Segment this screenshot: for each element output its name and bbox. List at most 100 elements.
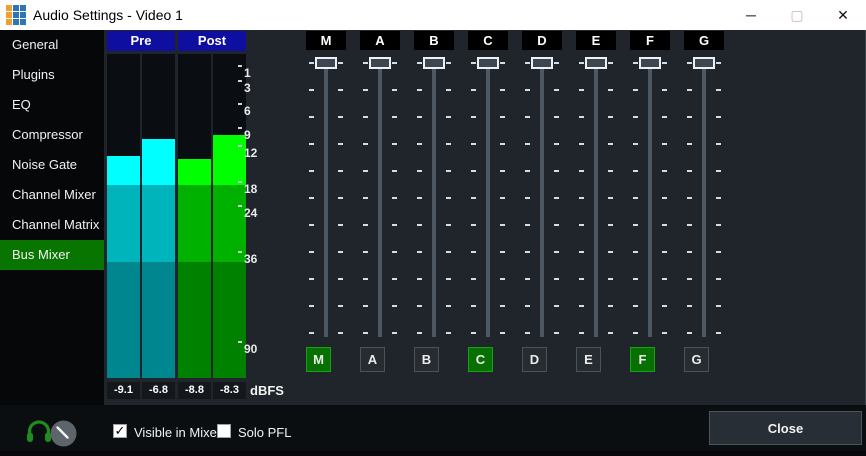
bus-button-a[interactable]: A	[360, 347, 385, 372]
bus-header-d: D	[522, 31, 562, 50]
fader-tick	[392, 170, 397, 172]
fader-tick	[633, 251, 638, 253]
fader-tick	[633, 197, 638, 199]
sidebar-item-bus-mixer[interactable]: Bus Mixer	[0, 240, 104, 270]
fader-track-f[interactable]	[648, 64, 652, 337]
checkbox-label-solo-pfl[interactable]: Solo PFL	[238, 425, 291, 440]
fader-handle-d[interactable]	[531, 57, 553, 69]
sidebar-item-compressor[interactable]: Compressor	[0, 120, 104, 150]
fader-tick	[338, 143, 343, 145]
sidebar-item-channel-mixer[interactable]: Channel Mixer	[0, 180, 104, 210]
fader-tick	[525, 251, 530, 253]
fader-tick	[471, 224, 476, 226]
fader-tick	[687, 197, 692, 199]
maximize-button[interactable]: ▢	[774, 0, 820, 30]
fader-tick	[417, 62, 422, 64]
fader-handle-m[interactable]	[315, 57, 337, 69]
headphones-volume-knob[interactable]	[50, 420, 77, 447]
fader-tick	[471, 332, 476, 334]
fader-tick	[687, 278, 692, 280]
fader-tick	[363, 116, 368, 118]
fader-tick	[417, 278, 422, 280]
bus-button-f[interactable]: F	[630, 347, 655, 372]
fader-tick	[338, 89, 343, 91]
fader-tick	[392, 62, 397, 64]
fader-tick	[309, 332, 314, 334]
fader-tick	[554, 305, 559, 307]
checkbox-label-visible-in-mixer[interactable]: Visible in Mixer	[134, 425, 221, 440]
fader-track-b[interactable]	[432, 64, 436, 337]
fader-handle-f[interactable]	[639, 57, 661, 69]
scale-label-90: 90	[244, 342, 257, 356]
fader-tick	[554, 89, 559, 91]
fader-tick	[687, 251, 692, 253]
fader-tick	[446, 89, 451, 91]
checkbox-solo-pfl[interactable]	[217, 424, 231, 438]
fader-handle-b[interactable]	[423, 57, 445, 69]
fader-tick	[633, 143, 638, 145]
fader-tick	[363, 332, 368, 334]
fader-tick	[716, 197, 721, 199]
fader-tick	[525, 332, 530, 334]
sidebar-item-noise-gate[interactable]: Noise Gate	[0, 150, 104, 180]
fader-tick	[662, 278, 667, 280]
fader-tick	[608, 143, 613, 145]
fader-tick	[608, 197, 613, 199]
sidebar-item-general[interactable]: General	[0, 30, 104, 60]
fader-track-g[interactable]	[702, 64, 706, 337]
fader-tick	[392, 278, 397, 280]
bus-button-c[interactable]: C	[468, 347, 493, 372]
fader-tick	[446, 278, 451, 280]
fader-track-c[interactable]	[486, 64, 490, 337]
bus-button-e[interactable]: E	[576, 347, 601, 372]
fader-tick	[446, 116, 451, 118]
fader-track-a[interactable]	[378, 64, 382, 337]
minimize-button[interactable]: ─	[728, 0, 774, 30]
fader-track-e[interactable]	[594, 64, 598, 337]
fader-tick	[446, 251, 451, 253]
bus-button-d[interactable]: D	[522, 347, 547, 372]
sidebar-item-plugins[interactable]: Plugins	[0, 60, 104, 90]
fader-tick	[471, 170, 476, 172]
headphones-icon	[26, 418, 52, 449]
fader-tick	[633, 116, 638, 118]
fader-tick	[579, 278, 584, 280]
sidebar-item-channel-matrix[interactable]: Channel Matrix	[0, 210, 104, 240]
fader-tick	[608, 251, 613, 253]
fader-tick	[446, 197, 451, 199]
fader-tick	[471, 197, 476, 199]
fader-handle-c[interactable]	[477, 57, 499, 69]
sidebar-item-eq[interactable]: EQ	[0, 90, 104, 120]
fader-tick	[662, 332, 667, 334]
bus-button-g[interactable]: G	[684, 347, 709, 372]
fader-handle-a[interactable]	[369, 57, 391, 69]
close-button[interactable]: Close	[709, 411, 862, 445]
fader-tick	[446, 305, 451, 307]
fader-tick	[608, 170, 613, 172]
fader-handle-g[interactable]	[693, 57, 715, 69]
dbfs-unit-label: dBFS	[250, 383, 284, 398]
fader-tick	[525, 224, 530, 226]
scale-tick	[238, 341, 242, 343]
fader-tick	[500, 197, 505, 199]
bus-button-m[interactable]: M	[306, 347, 331, 372]
fader-track-d[interactable]	[540, 64, 544, 337]
fader-tick	[338, 197, 343, 199]
fader-tick	[525, 89, 530, 91]
fader-tick	[579, 197, 584, 199]
fader-tick	[554, 224, 559, 226]
fader-tick	[417, 224, 422, 226]
close-button[interactable]: ✕	[820, 0, 866, 30]
fader-tick	[417, 251, 422, 253]
bus-button-b[interactable]: B	[414, 347, 439, 372]
fader-tick	[633, 278, 638, 280]
fader-tick	[662, 143, 667, 145]
fader-handle-e[interactable]	[585, 57, 607, 69]
fader-tick	[525, 143, 530, 145]
window-title: Audio Settings - Video 1	[33, 0, 183, 30]
fader-tick	[554, 170, 559, 172]
checkbox-visible-in-mixer[interactable]: ✓	[113, 424, 127, 438]
fader-tick	[554, 62, 559, 64]
fader-track-m[interactable]	[324, 64, 328, 337]
meter-level-segment	[213, 262, 246, 378]
